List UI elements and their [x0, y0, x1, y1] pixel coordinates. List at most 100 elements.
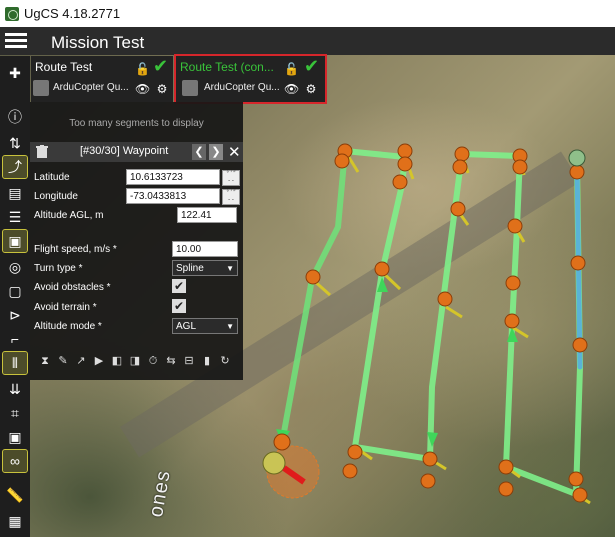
window-title: UgCS 4.18.2771 — [24, 6, 121, 21]
check-icon[interactable]: ✔ — [153, 57, 168, 75]
route-tool-icon[interactable]: ⤴ — [2, 155, 28, 179]
waypoint-marker[interactable] — [454, 146, 470, 162]
waypoint-marker[interactable] — [498, 481, 514, 497]
waypoint-header: [#30/30] Waypoint ❮ ❯ ✕ — [30, 142, 243, 162]
alert-icon[interactable]: ⓘ — [3, 106, 27, 128]
film-icon[interactable]: ▦ — [3, 510, 27, 532]
longitude-field[interactable]: -73.0433813 — [126, 188, 220, 204]
area-scan-icon[interactable]: ▣ — [2, 229, 28, 253]
camera-control-icon[interactable]: ▶ — [92, 354, 106, 368]
waypoint-marker[interactable] — [374, 261, 390, 277]
next-waypoint-icon[interactable]: ❯ — [209, 144, 223, 160]
settings-icon[interactable]: ⚙ — [304, 82, 318, 96]
waypoint-marker[interactable] — [569, 164, 585, 180]
turn-value: Spline — [176, 263, 204, 274]
waypoint-marker[interactable] — [397, 143, 413, 159]
camera-trigger-icon[interactable]: ✎ — [56, 354, 70, 368]
altitude-mode-select[interactable]: AGL ▼ — [172, 318, 238, 334]
waypoint-marker-start[interactable] — [568, 149, 586, 167]
waypoint-marker[interactable] — [507, 218, 523, 234]
avoid-terrain-checkbox[interactable]: ✔ — [172, 299, 186, 313]
waypoint-marker[interactable] — [420, 473, 436, 489]
waypoint-marker[interactable] — [450, 201, 466, 217]
waypoint-marker[interactable] — [572, 337, 588, 353]
yaw-icon[interactable]: ↗ — [74, 354, 88, 368]
camera-by-distance-icon[interactable]: ⇆ — [164, 354, 178, 368]
title-bar: UgCS 4.18.2771 — [0, 0, 615, 27]
circles-icon[interactable]: ∞ — [2, 449, 28, 473]
waypoint-marker[interactable] — [342, 463, 358, 479]
avoid-obstacles-row: Avoid obstacles * ✔ — [30, 279, 243, 297]
segments-notice: Too many segments to display — [69, 118, 204, 129]
trash-icon[interactable] — [36, 145, 48, 159]
waypoint-marker[interactable] — [347, 444, 363, 460]
waypoint-marker[interactable] — [452, 159, 468, 175]
drone-add-icon[interactable]: ✚ — [3, 62, 27, 84]
turn-select[interactable]: Spline ▼ — [172, 260, 238, 276]
repeat-icon[interactable]: ↻ — [218, 354, 232, 368]
lock-icon[interactable]: 🔓 — [135, 62, 150, 76]
waypoint-marker[interactable] — [572, 487, 588, 503]
waypoint-marker[interactable] — [397, 156, 413, 172]
camera-mode-icon[interactable]: ◧ — [110, 354, 124, 368]
landing-icon[interactable]: ⇊ — [3, 378, 27, 400]
circle-icon[interactable]: ◎ — [3, 256, 27, 278]
waypoint-marker[interactable] — [512, 159, 528, 175]
waypoint-marker[interactable] — [392, 174, 408, 190]
check-icon[interactable]: ✔ — [304, 57, 319, 75]
waypoint-marker[interactable] — [505, 275, 521, 291]
waypoint-marker[interactable] — [570, 255, 586, 271]
left-toolbar: ✚ ⓘ ⇅ ⤴ ▤ ☰ ▣ ◎ ▢ ⊳ ⌐ ⫴ ⇊ ⌗ ▣ ∞ 📏 ▦ — [0, 56, 30, 537]
visibility-icon[interactable]: 👁 — [284, 82, 299, 96]
waypoint-marker[interactable] — [498, 459, 514, 475]
menu-icon[interactable] — [5, 33, 27, 49]
ruler-icon[interactable]: 📏 — [3, 484, 27, 506]
facade-icon[interactable]: ⫴ — [2, 351, 28, 375]
route-name: Route Test — [35, 60, 93, 74]
altitude-mode-row: Altitude mode * AGL ▼ — [30, 318, 243, 336]
latitude-row: Latitude 10.6133723 ° ′ ″ - - — [30, 169, 243, 187]
waypoint-list-icon[interactable]: ▤ — [3, 182, 27, 204]
visibility-icon[interactable]: 👁 — [135, 82, 150, 96]
drone-icon — [182, 80, 198, 96]
camera-by-time-icon[interactable]: ⏱ — [146, 354, 160, 368]
polygon-icon[interactable]: ▢ — [3, 280, 27, 302]
mission-title: Mission Test — [51, 33, 145, 52]
waypoint-marker[interactable] — [305, 269, 321, 285]
grid-icon[interactable]: ⌗ — [3, 402, 27, 424]
waypoint-marker[interactable] — [568, 471, 584, 487]
speed-field[interactable]: 10.00 — [172, 241, 238, 257]
waypoint-marker[interactable] — [334, 153, 350, 169]
avoid-obstacles-checkbox[interactable]: ✔ — [172, 279, 186, 293]
latitude-label: Latitude — [34, 172, 70, 183]
panorama-icon[interactable]: ⊟ — [182, 354, 196, 368]
takeoff-icon[interactable]: ⇅ — [3, 132, 27, 154]
set-servo-icon[interactable]: ▮ — [200, 354, 214, 368]
close-icon[interactable]: ✕ — [228, 143, 241, 161]
settings-icon[interactable]: ⚙ — [155, 82, 169, 96]
document-icon[interactable]: ☰ — [3, 206, 27, 228]
corridor-icon[interactable]: ⌐ — [3, 328, 27, 350]
spiral-icon[interactable]: ▣ — [3, 426, 27, 448]
altitude-field[interactable]: 122.41 — [177, 207, 237, 223]
lock-icon[interactable]: 🔓 — [284, 62, 299, 76]
route-name: Route Test (con... — [180, 60, 274, 74]
altitude-mode-label: Altitude mode * — [34, 321, 102, 332]
waypoint-marker[interactable] — [437, 291, 453, 307]
speed-row: Flight speed, m/s * 10.00 — [30, 241, 243, 259]
waypoint-marker[interactable] — [422, 451, 438, 467]
waypoint-marker-selected-ground[interactable] — [262, 451, 286, 475]
latitude-field[interactable]: 10.6133723 — [126, 169, 220, 185]
photogrammetry-icon[interactable]: ⊳ — [3, 304, 27, 326]
wait-icon[interactable]: ⧗ — [38, 354, 52, 368]
waypoint-marker-selected[interactable] — [273, 433, 291, 451]
camera-attitude-icon[interactable]: ◨ — [128, 354, 142, 368]
format-toggle-icon[interactable]: ° ′ ″ - - — [222, 189, 240, 205]
waypoint-marker[interactable] — [504, 313, 520, 329]
route-card-selected[interactable]: Route Test (con... ArduCopter Qu... 🔓 ✔ … — [174, 54, 327, 104]
format-toggle-icon[interactable]: ° ′ ″ - - — [222, 170, 240, 186]
prev-waypoint-icon[interactable]: ❮ — [192, 144, 206, 160]
route-card[interactable]: Route Test ArduCopter Qu... 🔓 ✔ 👁 ⚙ — [31, 56, 173, 102]
waypoint-title: [#30/30] Waypoint — [80, 145, 169, 157]
route-path-back — [279, 148, 348, 446]
